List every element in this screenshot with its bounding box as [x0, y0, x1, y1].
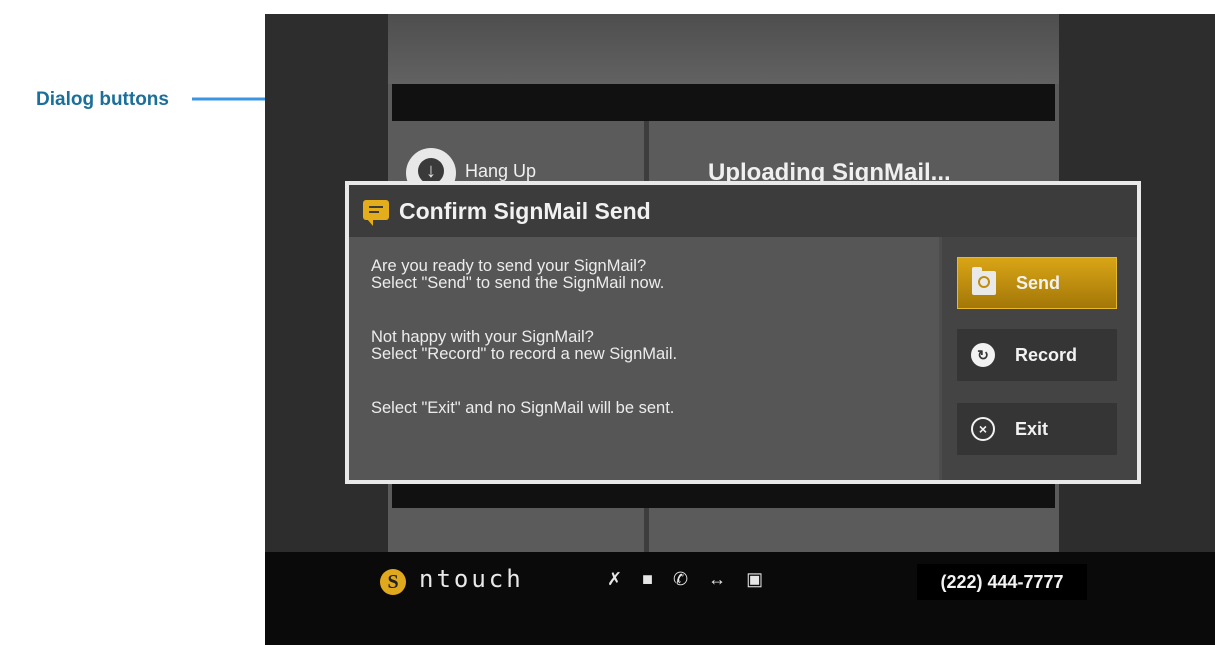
exit-button-label: Exit	[1015, 418, 1049, 439]
exit-button[interactable]: × Exit	[957, 403, 1117, 455]
dialog-title: Confirm SignMail Send	[399, 198, 651, 224]
mic-muted-icon: ✗	[607, 569, 623, 589]
display-icon: ▣	[746, 569, 764, 589]
phone-number: (222) 444-7777	[917, 564, 1087, 600]
message-line: Select "Exit" and no SignMail will be se…	[371, 399, 675, 417]
confirm-dialog: Confirm SignMail Send Are you ready to s…	[345, 181, 1141, 484]
connection-icon: ↔	[708, 569, 727, 589]
dialog-button-panel: Send ↻ Record × Exit	[942, 237, 1137, 480]
phone-icon: ✆	[672, 569, 689, 589]
send-button[interactable]: Send	[957, 257, 1117, 309]
message-line: Select "Record" to record a new SignMail…	[371, 345, 678, 363]
dialog-titlebar: Confirm SignMail Send	[349, 185, 1137, 237]
video-camera-icon: ■	[642, 569, 653, 589]
message-line: Are you ready to send your SignMail?	[371, 257, 647, 275]
callout-label: Dialog buttons	[36, 89, 169, 110]
ntouch-logo-icon: S	[380, 569, 406, 595]
record-icon: ↻	[971, 343, 995, 367]
message-icon	[363, 200, 389, 226]
status-icons: ✗ ■ ✆ ↔ ▣	[607, 569, 763, 590]
record-button-label: Record	[1015, 344, 1078, 365]
panel-top-shade	[388, 14, 1059, 84]
message-line: Select "Send" to send the SignMail now.	[371, 274, 665, 292]
send-button-label: Send	[1016, 272, 1061, 293]
send-folder-icon	[972, 267, 996, 295]
close-icon: ×	[971, 417, 995, 441]
hang-up-label[interactable]: Hang Up	[465, 161, 536, 182]
record-button[interactable]: ↻ Record	[957, 329, 1117, 381]
footer-bar: S ntouch ✗ ■ ✆ ↔ ▣ (222) 444-7777	[265, 552, 1215, 645]
message-line: Not happy with your SignMail?	[371, 328, 594, 346]
brand-name: ntouch	[419, 565, 524, 593]
video-bar-top	[392, 84, 1055, 121]
video-bar-bottom	[392, 480, 1055, 508]
dialog-message-area: Are you ready to send your SignMail? Sel…	[349, 237, 939, 480]
